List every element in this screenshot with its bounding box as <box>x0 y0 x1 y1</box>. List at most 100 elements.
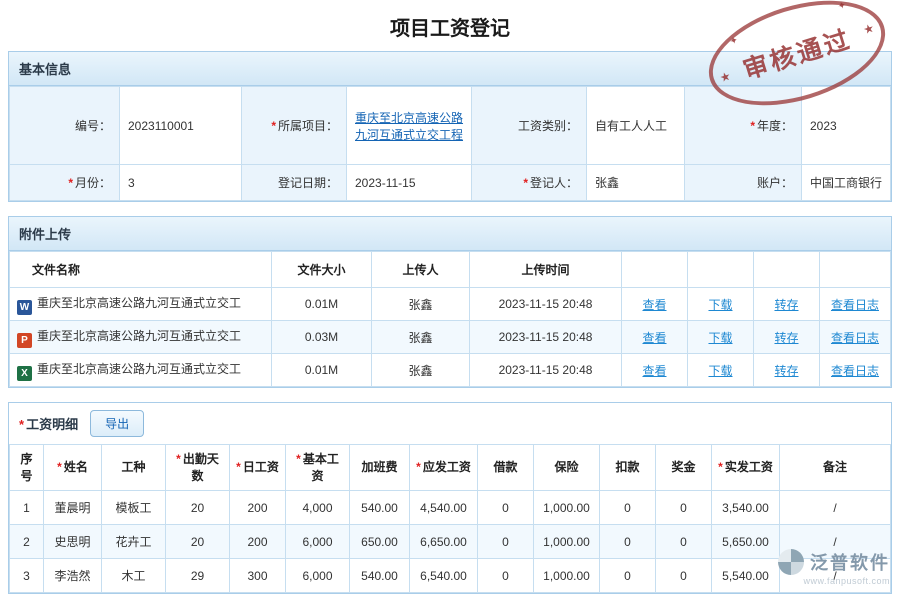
attachment-action-cell: 下载 <box>688 288 754 321</box>
salary-cell-daily-wage: 300 <box>230 559 286 593</box>
attachment-size: 0.01M <box>272 354 372 387</box>
attachment-action-cell: 查看 <box>622 354 688 387</box>
field-value-number: 2023110001 <box>120 87 242 165</box>
attachment-action-cell: 查看 <box>622 288 688 321</box>
page: 项目工资登记 ★ ✦ 审核通过 ✦ ★ 基本信息 编号： 2023110001 … <box>0 0 900 594</box>
field-label-number: 编号： <box>10 87 120 165</box>
salary-cell-name: 李浩然 <box>44 559 102 593</box>
attachment-size: 0.03M <box>272 321 372 354</box>
salary-cell-payable: 4,540.00 <box>410 491 478 525</box>
salary-cell-actual-wage: 3,540.00 <box>712 491 780 525</box>
attachment-file-name: 重庆至北京高速公路九河互通式立交工 <box>37 296 241 310</box>
attachments-header-row: 文件名称 文件大小 上传人 上传时间 <box>10 252 891 288</box>
attachment-file-name-cell: W 重庆至北京高速公路九河互通式立交工 <box>10 288 272 321</box>
salary-row: 2史思明花卉工202006,000650.006,650.0001,000.00… <box>10 525 891 559</box>
salary-cell-loan: 0 <box>478 559 534 593</box>
salary-col-name: *姓名 <box>44 445 102 491</box>
field-label-project: *所属项目： <box>242 87 347 165</box>
attachment-file-name: 重庆至北京高速公路九河互通式立交工 <box>37 362 241 376</box>
attachment-size: 0.01M <box>272 288 372 321</box>
col-file-size: 文件大小 <box>272 252 372 288</box>
salary-titlebar: *工资明细 导出 <box>9 403 891 444</box>
field-value-reg-date: 2023-11-15 <box>347 165 472 201</box>
attachment-action-cell: 转存 <box>754 288 820 321</box>
attachment-action-view-log[interactable]: 查看日志 <box>831 331 879 345</box>
field-value-registrant: 张鑫 <box>587 165 685 201</box>
attachment-action-view-log[interactable]: 查看日志 <box>831 364 879 378</box>
col-upload-time: 上传时间 <box>470 252 622 288</box>
attachment-action-download[interactable]: 下载 <box>708 331 732 345</box>
attachment-action-download[interactable]: 下载 <box>708 298 732 312</box>
salary-col-bonus: 奖金 <box>656 445 712 491</box>
attachment-action-cell: 查看日志 <box>820 321 891 354</box>
attachment-action-cell: 查看日志 <box>820 354 891 387</box>
field-label-year: *年度： <box>685 87 802 165</box>
attachment-action-save-as[interactable]: 转存 <box>774 331 798 345</box>
word-file-icon: W <box>17 300 32 315</box>
attachment-action-view-log[interactable]: 查看日志 <box>831 298 879 312</box>
basic-info-header: 基本信息 <box>9 52 891 86</box>
basic-info-table: 编号： 2023110001 *所属项目： 重庆至北京高速公路九河互通式立交工程… <box>9 86 891 201</box>
salary-col-insurance: 保险 <box>534 445 600 491</box>
attachment-action-download[interactable]: 下载 <box>708 364 732 378</box>
salary-cell-base-wage: 6,000 <box>286 525 350 559</box>
salary-col-deduction: 扣款 <box>600 445 656 491</box>
salary-cell-days: 29 <box>166 559 230 593</box>
attachment-action-save-as[interactable]: 转存 <box>774 298 798 312</box>
attachment-action-cell: 下载 <box>688 321 754 354</box>
field-label-registrant: *登记人： <box>472 165 587 201</box>
col-file-name: 文件名称 <box>10 252 272 288</box>
attachment-action-view[interactable]: 查看 <box>642 364 666 378</box>
attachment-uploader: 张鑫 <box>372 321 470 354</box>
field-value-wage-type: 自有工人人工 <box>587 87 685 165</box>
salary-cell-payable: 6,650.00 <box>410 525 478 559</box>
project-link[interactable]: 重庆至北京高速公路九河互通式立交工程 <box>355 111 463 142</box>
attachment-action-save-as[interactable]: 转存 <box>774 364 798 378</box>
salary-col-loan: 借款 <box>478 445 534 491</box>
salary-col-payable: *应发工资 <box>410 445 478 491</box>
salary-cell-name: 董晨明 <box>44 491 102 525</box>
salary-cell-index: 1 <box>10 491 44 525</box>
salary-col-base-wage: *基本工资 <box>286 445 350 491</box>
salary-cell-name: 史思明 <box>44 525 102 559</box>
salary-cell-bonus: 0 <box>656 559 712 593</box>
salary-cell-index: 3 <box>10 559 44 593</box>
col-action-blank <box>754 252 820 288</box>
field-value-project: 重庆至北京高速公路九河互通式立交工程 <box>347 87 472 165</box>
attachment-action-view[interactable]: 查看 <box>642 298 666 312</box>
attachment-action-cell: 下载 <box>688 354 754 387</box>
salary-header-row: 序号*姓名工种*出勤天数*日工资*基本工资加班费*应发工资借款保险扣款奖金*实发… <box>10 445 891 491</box>
salary-cell-bonus: 0 <box>656 491 712 525</box>
attachment-time: 2023-11-15 20:48 <box>470 321 622 354</box>
attachment-file-name-cell: P重庆至北京高速公路九河互通式立交工 <box>10 321 272 354</box>
attachment-row: W重庆至北京高速公路九河互通式立交工0.01M张鑫2023-11-15 20:4… <box>10 288 891 321</box>
salary-row: 3李浩然木工293006,000540.006,540.0001,000.000… <box>10 559 891 593</box>
basic-info-section: 基本信息 编号： 2023110001 *所属项目： 重庆至北京高速公路九河互通… <box>8 51 892 202</box>
salary-details-section: *工资明细 导出 序号*姓名工种*出勤天数*日工资*基本工资加班费*应发工资借款… <box>8 402 892 594</box>
brand-watermark: 泛普软件 www.fanpusoft.com <box>778 549 890 586</box>
salary-cell-loan: 0 <box>478 525 534 559</box>
salary-col-overtime: 加班费 <box>350 445 410 491</box>
salary-cell-insurance: 1,000.00 <box>534 525 600 559</box>
attachment-action-view[interactable]: 查看 <box>642 331 666 345</box>
salary-cell-loan: 0 <box>478 491 534 525</box>
attachments-table: 文件名称 文件大小 上传人 上传时间 W 重庆至北京高速公路九河互通式立交工 0.0… <box>9 251 891 387</box>
salary-cell-days: 20 <box>166 491 230 525</box>
salary-cell-daily-wage: 200 <box>230 525 286 559</box>
salary-cell-deduction: 0 <box>600 491 656 525</box>
attachment-action-cell: 转存 <box>754 354 820 387</box>
attachment-action-cell: 查看日志 <box>820 288 891 321</box>
salary-cell-overtime: 540.00 <box>350 491 410 525</box>
salary-cell-deduction: 0 <box>600 525 656 559</box>
export-button[interactable]: 导出 <box>90 410 144 437</box>
attachment-time: 2023-11-15 20:48 <box>470 354 622 387</box>
attachment-row: P重庆至北京高速公路九河互通式立交工0.03M张鑫2023-11-15 20:4… <box>10 321 891 354</box>
attachments-section: 附件上传 文件名称 文件大小 上传人 上传时间 W重庆至北京高速公路九河互通式立… <box>8 216 892 388</box>
field-label-wage-type: 工资类别： <box>472 87 587 165</box>
attachment-uploader: 张鑫 <box>372 288 470 321</box>
fanpu-logo-icon <box>778 549 804 575</box>
salary-cell-overtime: 650.00 <box>350 525 410 559</box>
salary-cell-days: 20 <box>166 525 230 559</box>
salary-col-actual-wage: *实发工资 <box>712 445 780 491</box>
attachment-row: X重庆至北京高速公路九河互通式立交工0.01M张鑫2023-11-15 20:4… <box>10 354 891 387</box>
